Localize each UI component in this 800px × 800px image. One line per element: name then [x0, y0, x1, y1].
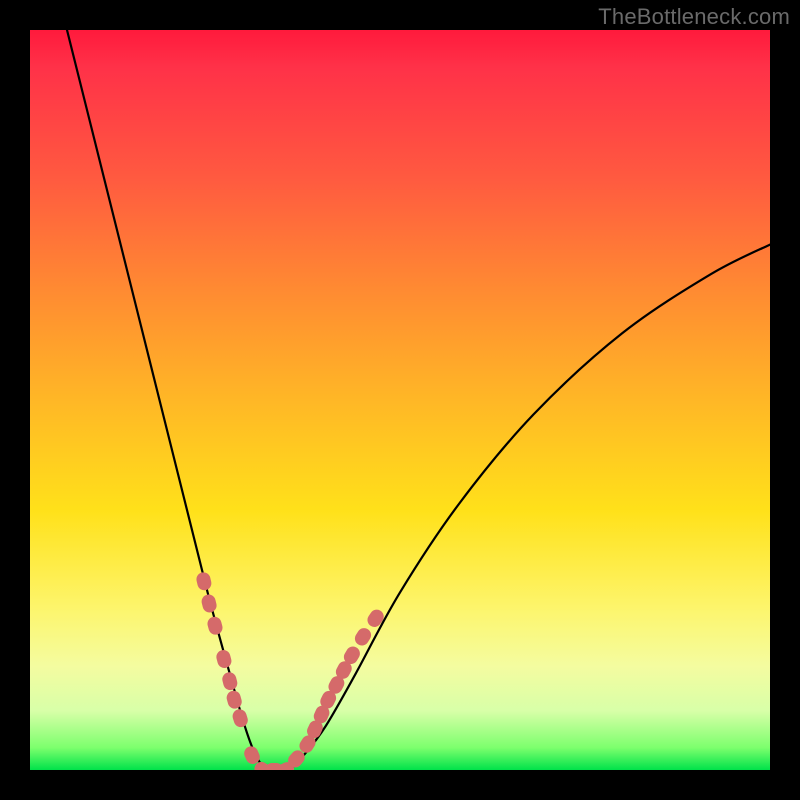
- highlighted-point: [215, 649, 233, 670]
- bottleneck-curve: [67, 30, 770, 770]
- highlighted-point: [365, 607, 387, 630]
- chart-frame: TheBottleneck.com: [0, 0, 800, 800]
- watermark-label: TheBottleneck.com: [598, 4, 790, 30]
- chart-svg: [30, 30, 770, 770]
- highlighted-point: [195, 571, 213, 592]
- plot-area: [30, 30, 770, 770]
- highlighted-point: [221, 671, 239, 692]
- highlighted-point: [200, 593, 218, 614]
- highlighted-point: [231, 707, 250, 728]
- highlighted-point: [225, 689, 243, 710]
- highlighted-point: [206, 615, 224, 636]
